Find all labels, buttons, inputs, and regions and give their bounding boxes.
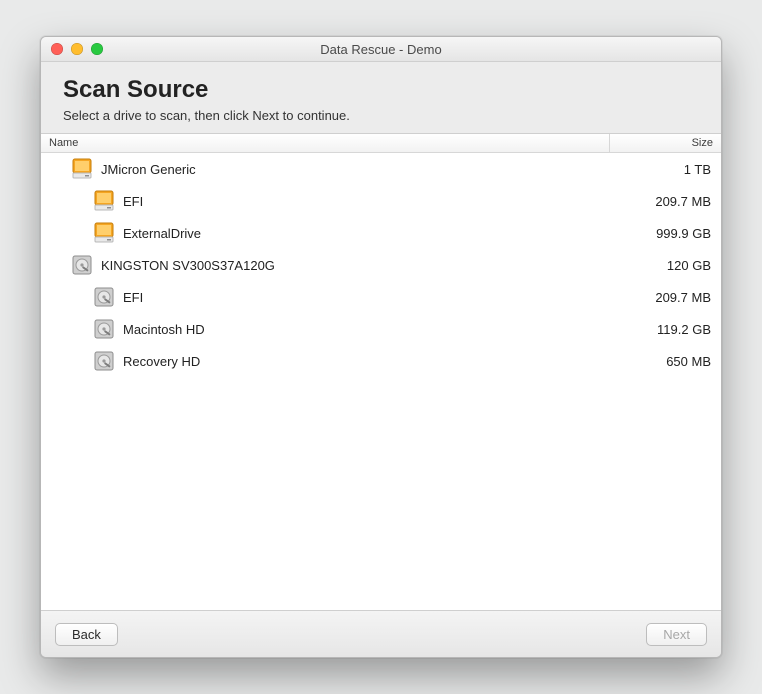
window-close-button[interactable] [51,43,63,55]
row-size: 999.9 GB [616,226,711,241]
table-row[interactable]: ExternalDrive 999.9 GB [41,217,721,249]
row-name: ExternalDrive [123,226,201,241]
table-row[interactable]: JMicron Generic 1 TB [41,153,721,185]
window-title: Data Rescue - Demo [41,42,721,57]
row-size: 650 MB [616,354,711,369]
next-button[interactable]: Next [646,623,707,646]
internal-volume-icon [91,349,117,373]
row-name-cell: KINGSTON SV300S37A120G [41,253,616,277]
internal-drive-icon [69,253,95,277]
internal-volume-icon [91,285,117,309]
row-size: 209.7 MB [616,194,711,209]
row-name-cell: EFI [41,285,616,309]
table-header: Name Size [41,134,721,153]
row-size: 119.2 GB [616,322,711,337]
app-window: Data Rescue - Demo Scan Source Select a … [40,36,722,658]
table-body[interactable]: JMicron Generic 1 TB EFI 209.7 MB ExternalDr… [41,153,721,610]
back-button[interactable]: Back [55,623,118,646]
row-name: EFI [123,194,143,209]
row-name: KINGSTON SV300S37A120G [101,258,275,273]
column-header-name[interactable]: Name [41,134,610,152]
internal-volume-icon [91,317,117,341]
row-name: Macintosh HD [123,322,205,337]
footer: Back Next [41,610,721,657]
row-name: EFI [123,290,143,305]
page-title: Scan Source [63,76,699,104]
row-name: Recovery HD [123,354,200,369]
table-row[interactable]: KINGSTON SV300S37A120G 120 GB [41,249,721,281]
row-name: JMicron Generic [101,162,196,177]
row-size: 209.7 MB [616,290,711,305]
page-subtitle: Select a drive to scan, then click Next … [63,108,699,123]
window-zoom-button[interactable] [91,43,103,55]
row-size: 120 GB [616,258,711,273]
table-row[interactable]: Recovery HD 650 MB [41,345,721,377]
external-volume-icon [91,221,117,245]
external-volume-icon [91,189,117,213]
row-name-cell: JMicron Generic [41,157,616,181]
drive-table: Name Size JMicron Generic 1 TB EFI 209.7 MB… [41,133,721,610]
row-name-cell: EFI [41,189,616,213]
row-name-cell: Macintosh HD [41,317,616,341]
titlebar: Data Rescue - Demo [41,37,721,62]
row-name-cell: Recovery HD [41,349,616,373]
column-header-size[interactable]: Size [610,134,721,152]
external-drive-icon [69,157,95,181]
row-size: 1 TB [616,162,711,177]
table-row[interactable]: EFI 209.7 MB [41,185,721,217]
table-row[interactable]: EFI 209.7 MB [41,281,721,313]
row-name-cell: ExternalDrive [41,221,616,245]
window-minimize-button[interactable] [71,43,83,55]
table-row[interactable]: Macintosh HD 119.2 GB [41,313,721,345]
page-header: Scan Source Select a drive to scan, then… [41,62,721,133]
